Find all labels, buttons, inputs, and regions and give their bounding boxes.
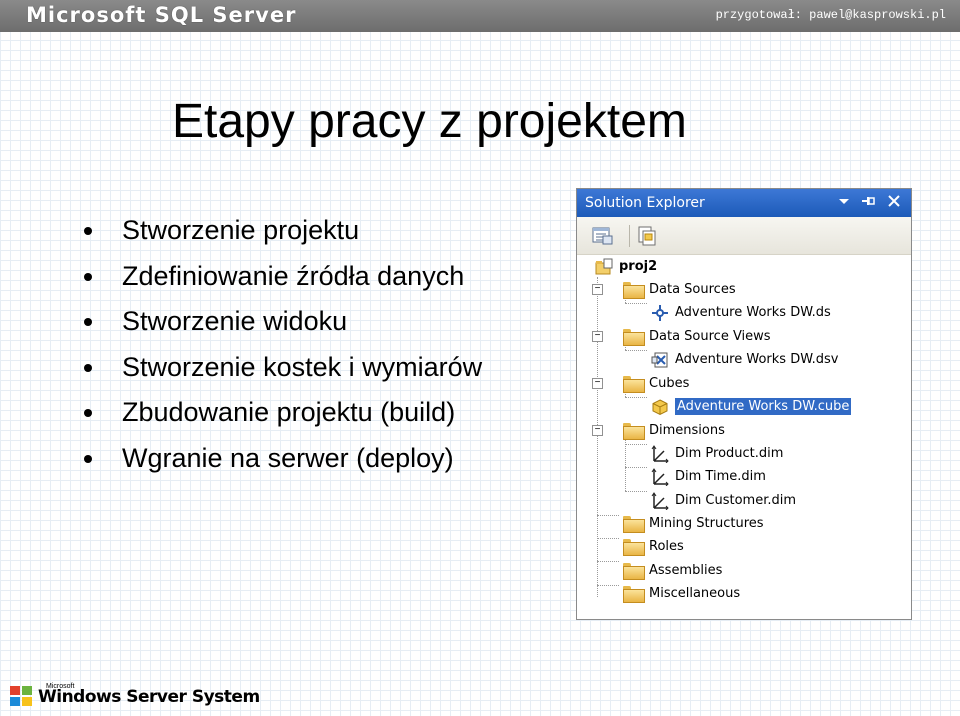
tree-item-data-source-views[interactable]: Data Source Views	[623, 325, 771, 348]
tree-guide-line	[625, 491, 647, 492]
tree-item-dimensions[interactable]: Dimensions	[623, 419, 725, 442]
tree-item-data-source-file[interactable]: Adventure Works DW.ds	[651, 301, 831, 324]
footer-logo-prefix: Microsoft	[46, 683, 75, 690]
tree-guide-line	[625, 350, 647, 351]
bullet-item: Stworzenie projektu	[82, 208, 482, 254]
data-source-icon	[651, 304, 669, 322]
tree-item-miscellaneous[interactable]: Miscellaneous	[623, 582, 740, 605]
tree-item-label: Dimensions	[649, 423, 725, 438]
tree-item-label: Data Sources	[649, 282, 736, 297]
dimension-icon	[651, 467, 669, 486]
bullet-text: Stworzenie kostek i wymiarów	[122, 351, 483, 382]
bullet-text: Zdefiniowanie źródła danych	[122, 260, 465, 291]
tree-guide-line	[625, 303, 647, 304]
tree-guide-line	[597, 585, 619, 586]
tree-guide-line	[597, 561, 619, 562]
folder-icon	[623, 423, 645, 440]
folder-icon	[623, 539, 645, 556]
footer-logo: Microsoft Windows Server System	[10, 683, 260, 708]
folder-icon	[623, 516, 645, 533]
bullet-dot-icon	[84, 363, 92, 372]
solution-explorer-panel: Solution Explorer proj2 − Data Sources A…	[576, 188, 912, 620]
tree-item-data-source-view-file[interactable]: Adventure Works DW.dsv	[651, 348, 838, 371]
tree-item-label: Adventure Works DW.ds	[675, 305, 831, 320]
tree-item-label: Assemblies	[649, 563, 723, 578]
bullet-text: Stworzenie projektu	[122, 215, 360, 245]
tree-guide-line	[597, 515, 619, 516]
bullet-text: Stworzenie widoku	[122, 306, 348, 337]
tree-item-data-sources[interactable]: Data Sources	[623, 278, 736, 301]
folder-icon	[623, 329, 645, 346]
tree-guide-line	[625, 397, 647, 398]
bullet-item: Zdefiniowanie źródła danych	[82, 254, 482, 300]
brand-logo-text: Microsoft SQL Server	[26, 3, 297, 27]
bullet-item: Stworzenie kostek i wymiarów	[82, 345, 482, 391]
header-bar: Microsoft SQL Server przygotował: pawel@…	[0, 0, 960, 32]
solution-explorer-title: Solution Explorer	[585, 195, 705, 211]
tree-item-project[interactable]: proj2	[595, 255, 657, 278]
collapse-toggle[interactable]: −	[592, 425, 603, 436]
solution-explorer-toolbar	[577, 217, 911, 255]
folder-icon	[623, 586, 645, 603]
bullet-dot-icon	[84, 318, 92, 327]
show-all-files-icon[interactable]	[635, 225, 659, 247]
collapse-toggle[interactable]: −	[592, 284, 603, 295]
dimension-icon	[651, 491, 669, 510]
tree-item-label: Adventure Works DW.dsv	[675, 352, 839, 367]
pin-icon[interactable]	[859, 194, 877, 212]
tree-item-label: Cubes	[649, 376, 690, 391]
project-name: proj2	[619, 259, 658, 274]
tree-guide-line	[625, 444, 647, 445]
tree-guide-line	[597, 277, 598, 597]
tree-item-label: Data Source Views	[649, 329, 771, 344]
tree-item-cubes[interactable]: Cubes	[623, 372, 689, 395]
tree-item-assemblies[interactable]: Assemblies	[623, 559, 722, 582]
bullet-text: Wgranie na serwer (deploy)	[122, 442, 454, 473]
tree-item-label: Miscellaneous	[649, 586, 741, 601]
bullet-dot-icon	[84, 454, 92, 463]
bullet-dot-icon	[84, 227, 92, 235]
bullet-dot-icon	[84, 409, 92, 418]
data-source-view-icon	[651, 351, 669, 369]
bullet-dot-icon	[84, 272, 92, 281]
tree-guide-line	[625, 467, 647, 468]
tree-item-label: Dim Product.dim	[675, 446, 784, 461]
tree-item-cube-file[interactable]: Adventure Works DW.cube	[651, 395, 852, 418]
collapse-toggle[interactable]: −	[592, 331, 603, 342]
tree-item-mining-structures[interactable]: Mining Structures	[623, 512, 764, 535]
close-icon[interactable]	[885, 194, 903, 212]
tree-guide-line	[597, 538, 619, 539]
tree-item-dim-customer[interactable]: Dim Customer.dim	[651, 489, 796, 512]
tree-item-label-selected: Adventure Works DW.cube	[675, 398, 852, 415]
tree-item-dim-product[interactable]: Dim Product.dim	[651, 442, 783, 465]
chevron-down-icon[interactable]	[835, 194, 853, 212]
bullet-item: Zbudowanie projektu (build)	[82, 390, 482, 436]
tree-item-roles[interactable]: Roles	[623, 535, 684, 558]
tree-item-label: Dim Time.dim	[675, 469, 766, 484]
tree-item-label: Mining Structures	[649, 516, 764, 531]
bullet-list: Stworzenie projektu Zdefiniowanie źródła…	[82, 208, 482, 482]
cube-icon	[651, 398, 669, 416]
tree-item-label: Roles	[649, 539, 684, 554]
folder-icon	[623, 563, 645, 580]
bullet-item: Stworzenie widoku	[82, 299, 482, 345]
solution-explorer-titlebar[interactable]: Solution Explorer	[577, 189, 911, 217]
tree-item-label: Dim Customer.dim	[675, 493, 797, 508]
windows-flag-icon	[10, 686, 34, 708]
bullet-item: Wgranie na serwer (deploy)	[82, 436, 482, 482]
bullet-text: Zbudowanie projektu (build)	[122, 397, 456, 428]
properties-icon[interactable]	[591, 225, 615, 247]
dimension-icon	[651, 444, 669, 463]
slide-title: Etapy pracy z projektem	[172, 95, 687, 148]
tree-item-dim-time[interactable]: Dim Time.dim	[651, 465, 766, 488]
folder-icon	[623, 376, 645, 393]
collapse-toggle[interactable]: −	[592, 378, 603, 389]
footer-logo-text: Windows Server System	[38, 687, 260, 707]
folder-icon	[623, 282, 645, 299]
author-credit: przygotował: pawel@kasprowski.pl	[715, 8, 946, 22]
toolbar-separator	[629, 225, 630, 247]
project-icon	[595, 258, 613, 276]
